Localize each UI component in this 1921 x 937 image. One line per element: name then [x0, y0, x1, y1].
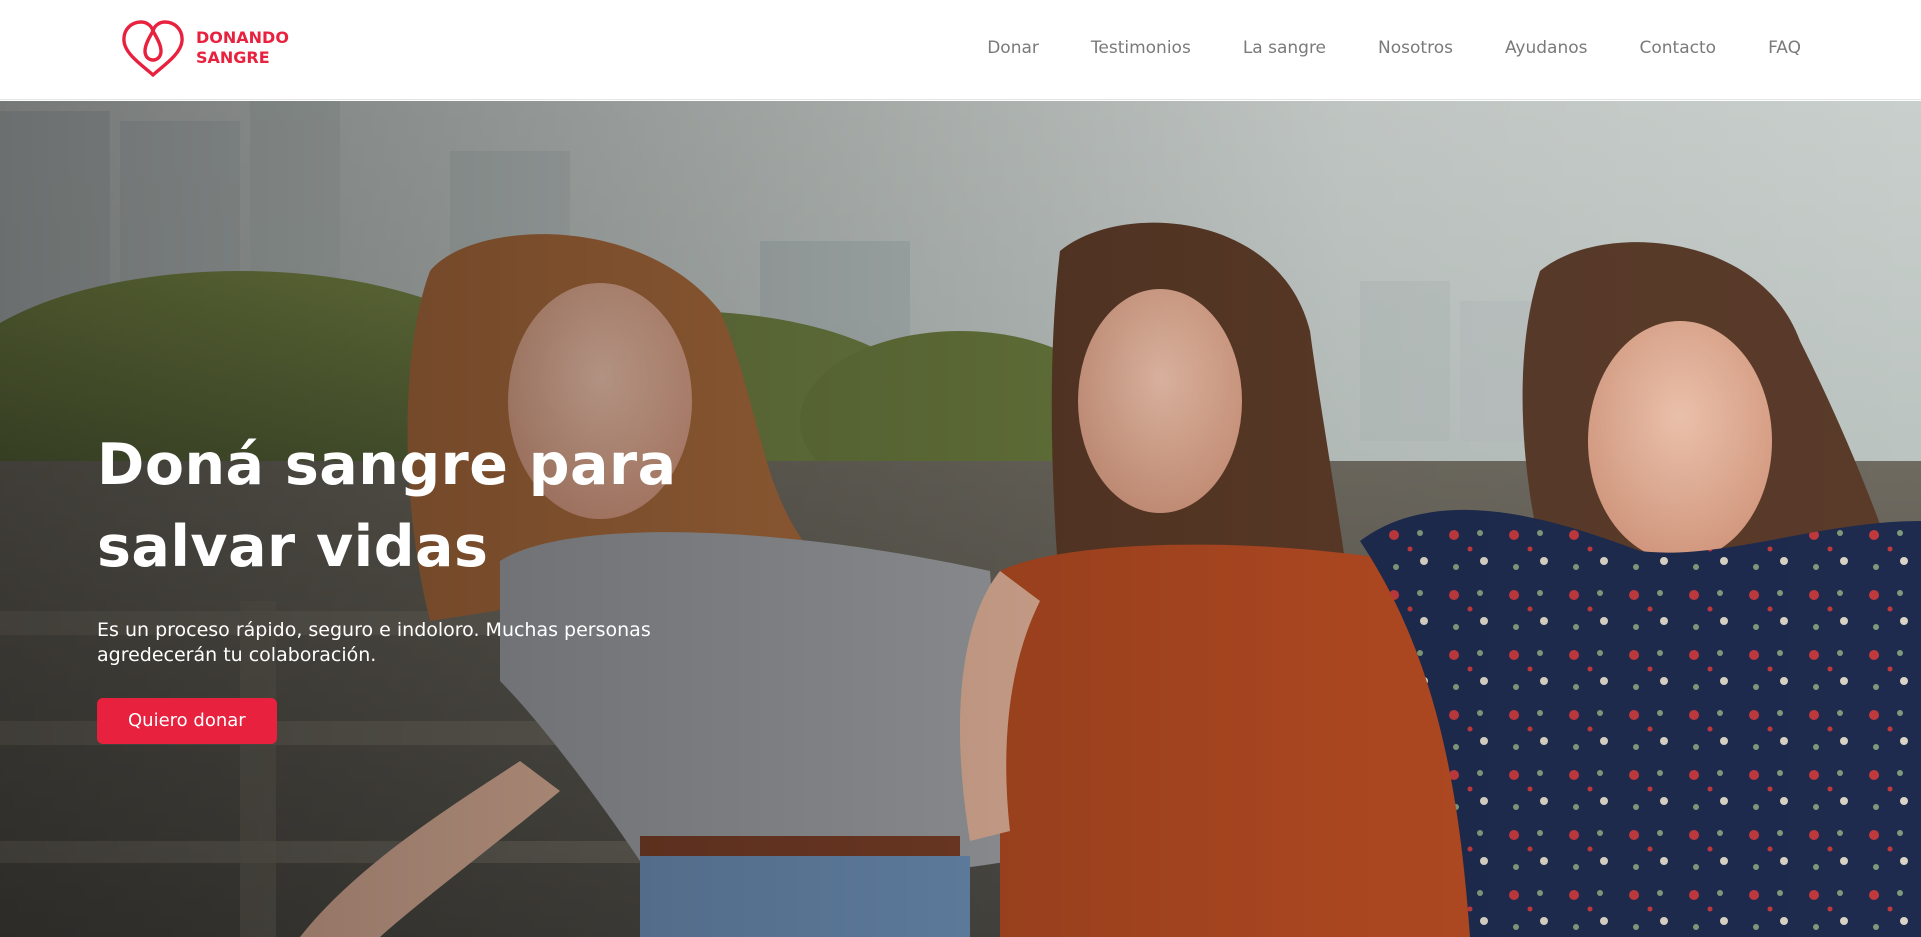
nav-item-testimonios[interactable]: Testimonios — [1091, 38, 1191, 58]
donate-button[interactable]: Quiero donar — [97, 698, 277, 744]
brand-name-line2: SANGRE — [196, 48, 270, 67]
nav-item-contacto[interactable]: Contacto — [1640, 38, 1717, 58]
brand-name-line1: DONANDO — [196, 28, 289, 47]
nav-item-ayudanos[interactable]: Ayudanos — [1505, 38, 1588, 58]
brand-logo[interactable]: DONANDO SANGRE — [120, 18, 289, 78]
heart-drop-icon — [122, 20, 184, 77]
hero-section: Doná sangre para salvar vidas Es un proc… — [0, 101, 1921, 937]
brand-name: DONANDO SANGRE — [196, 28, 289, 68]
site-header: DONANDO SANGRE Donar Testimonios La sang… — [0, 0, 1921, 100]
hero-title: Doná sangre para salvar vidas — [97, 432, 677, 580]
nav-item-faq[interactable]: FAQ — [1768, 38, 1801, 58]
nav-item-la-sangre[interactable]: La sangre — [1243, 38, 1326, 58]
main-nav: Donar Testimonios La sangre Nosotros Ayu… — [987, 38, 1801, 58]
nav-item-nosotros[interactable]: Nosotros — [1378, 38, 1453, 58]
hero-subtitle: Es un proceso rápido, seguro e indoloro.… — [97, 619, 651, 666]
hero-content: Doná sangre para salvar vidas Es un proc… — [97, 424, 817, 744]
nav-item-donar[interactable]: Donar — [987, 38, 1039, 58]
